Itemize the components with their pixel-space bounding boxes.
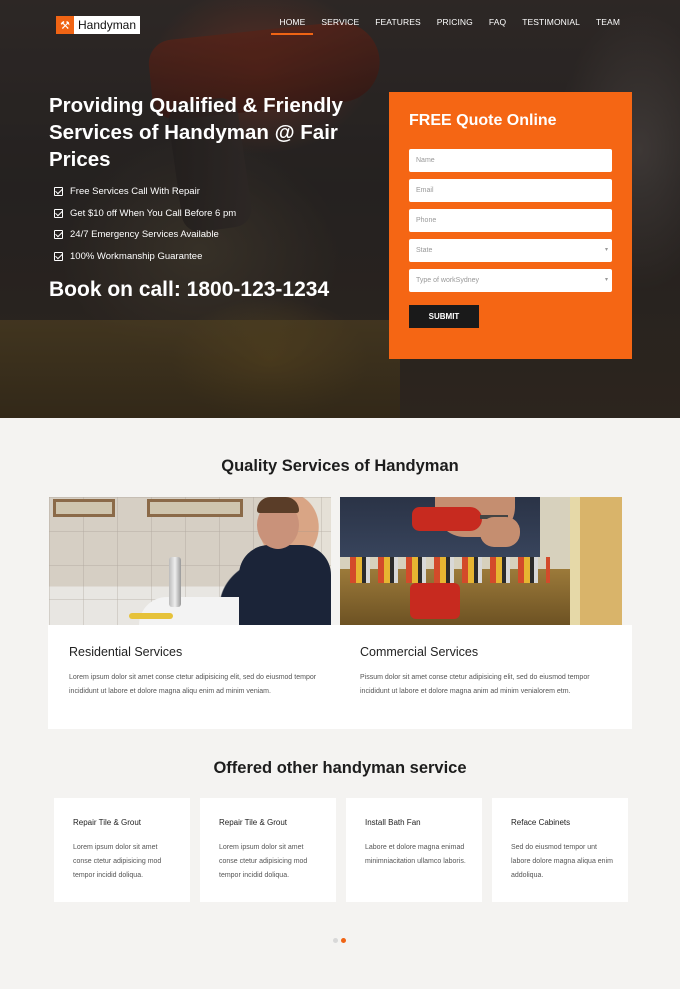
feature-item: 100% Workmanship Guarantee [54,246,236,268]
residential-service-image [49,497,331,625]
commercial-service-image [340,497,622,625]
feature-text: Get $10 off When You Call Before 6 pm [70,207,237,219]
carousel-dot-1[interactable] [333,938,338,943]
logo[interactable]: ⚒ Handyman [56,16,141,34]
service-card[interactable]: Reface Cabinets Sed do eiusmod tempor un… [492,798,628,902]
submit-button[interactable]: SUBMIT [409,305,479,328]
service-card[interactable]: Repair Tile & Grout Lorem ipsum dolor si… [54,798,190,902]
image-detail [410,583,460,619]
feature-list: Free Services Call With Repair Get $10 o… [54,181,236,267]
checkbox-check-icon [54,251,63,261]
feature-text: Free Services Call With Repair [70,186,200,198]
service-card[interactable]: Repair Tile & Grout Lorem ipsum dolor si… [200,798,336,902]
image-detail [350,557,550,583]
email-input[interactable]: Email [409,179,612,202]
checkbox-check-icon [54,208,63,218]
logo-text: Handyman [78,18,137,32]
work-type-select[interactable]: Type of workSydney [409,269,612,292]
quality-services-heading: Quality Services of Handyman [221,457,459,475]
nav-item-home[interactable]: HOME [271,13,314,35]
nav-item-faq[interactable]: FAQ [481,13,514,35]
image-detail [129,613,173,619]
checkbox-check-icon [54,230,63,240]
checkbox-check-icon [54,187,63,197]
navbar: ⚒ Handyman HOME SERVICE FEATURES PRICING… [0,0,680,44]
carousel-pagination [333,938,346,943]
service-card-title: Reface Cabinets [511,818,571,827]
feature-text: 24/7 Emergency Services Available [70,229,219,241]
carousel-dot-2[interactable] [341,938,346,943]
service-card-description: Sed do eiusmod tempor unt labore dolore … [511,844,613,879]
service-card-title: Repair Tile & Grout [219,818,288,827]
quote-form-title: FREE Quote Online [409,112,557,129]
feature-item: 24/7 Emergency Services Available [54,224,236,246]
residential-services-title: Residential Services [69,645,183,659]
feature-text: 100% Workmanship Guarantee [70,250,203,262]
service-card-description: Lorem ipsum dolor sit amet conse ctetur … [73,844,162,879]
phone-input[interactable]: Phone [409,209,612,232]
image-detail [480,517,520,547]
service-card-description: Lorem ipsum dolor sit amet conse ctetur … [219,844,308,879]
image-detail [239,545,331,625]
quote-form: FREE Quote Online Name Email Phone State… [389,92,632,359]
service-card[interactable]: Install Bath Fan Labore et dolore magna … [346,798,482,902]
image-detail [257,497,299,513]
nav-item-service[interactable]: SERVICE [313,13,367,35]
state-select[interactable]: State [409,239,612,262]
nav-item-team[interactable]: TEAM [588,13,628,35]
feature-item: Get $10 off When You Call Before 6 pm [54,203,236,225]
service-card-title: Repair Tile & Grout [73,818,142,827]
nav-item-features[interactable]: FEATURES [367,13,429,35]
residential-services-description: Lorem ipsum dolor sit amet conse ctetur … [69,674,317,695]
name-input[interactable]: Name [409,149,612,172]
feature-item: Free Services Call With Repair [54,181,236,203]
main-nav: HOME SERVICE FEATURES PRICING FAQ TESTIM… [271,13,628,35]
commercial-services-description: Pissum dolor sit amet conse ctetur adipi… [360,674,590,695]
nav-item-testimonial[interactable]: TESTIMONIAL [514,13,588,35]
service-card-description: Labore et dolore magna enimad minimniaci… [365,844,466,865]
wrench-hammer-icon: ⚒ [56,16,74,34]
image-detail [169,557,181,607]
services-grid: Residential Services Lorem ipsum dolor s… [48,497,632,729]
hero-section: ⚒ Handyman HOME SERVICE FEATURES PRICING… [0,0,680,418]
hero-title: Providing Qualified & Friendly Services … [49,94,343,171]
image-detail [412,507,482,531]
other-services-heading: Offered other handyman service [213,759,467,777]
image-detail [53,499,115,517]
service-card-title: Install Bath Fan [365,818,421,827]
image-detail [147,499,243,517]
nav-item-pricing[interactable]: PRICING [429,13,481,35]
book-on-call: Book on call: 1800-123-1234 [49,278,330,301]
commercial-services-title: Commercial Services [360,645,479,659]
